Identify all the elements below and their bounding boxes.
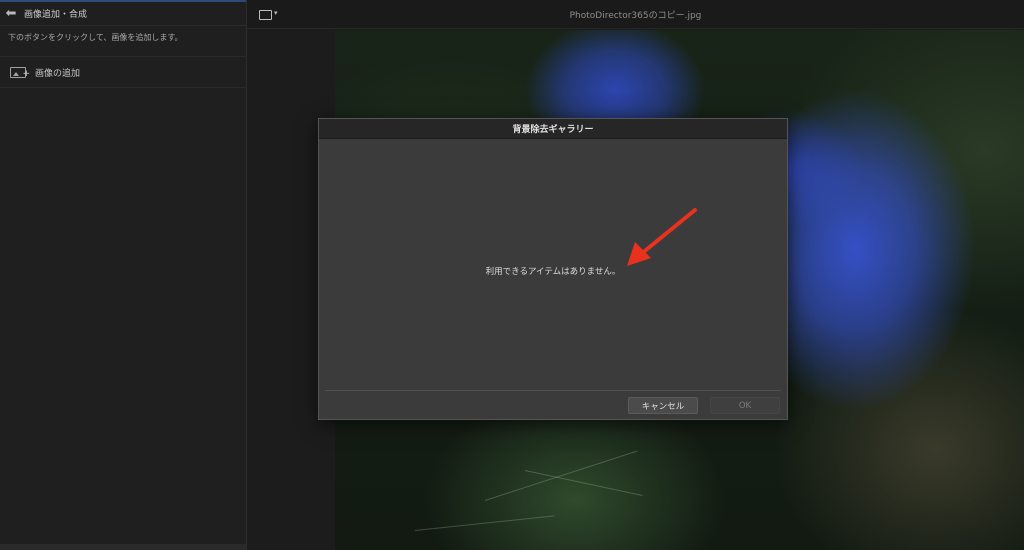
add-image-icon bbox=[10, 66, 30, 79]
instruction-text: 下のボタンをクリックして、画像を追加します。 bbox=[0, 26, 246, 57]
dialog-title-bar[interactable]: 背景除去ギャラリー bbox=[319, 119, 787, 139]
canvas-top-bar: ▾ PhotoDirector365のコピー.jpg bbox=[247, 0, 1024, 29]
back-arrow-icon[interactable]: ⬅ bbox=[0, 3, 22, 25]
cancel-button[interactable]: キャンセル bbox=[628, 397, 698, 414]
leaf-vein bbox=[524, 470, 643, 496]
leaf-vein bbox=[414, 515, 555, 531]
empty-message: 利用できるアイテムはありません。 bbox=[485, 267, 621, 277]
left-panel-header: ⬅ 画像追加・合成 bbox=[0, 0, 246, 26]
leaf-vein bbox=[484, 450, 638, 501]
add-image-button[interactable]: 画像の追加 bbox=[0, 57, 246, 88]
ok-button[interactable]: OK bbox=[710, 397, 780, 414]
dialog-footer: キャンセル OK bbox=[325, 390, 781, 419]
left-panel: ⬅ 画像追加・合成 下のボタンをクリックして、画像を追加します。 画像の追加 bbox=[0, 0, 247, 550]
file-name: PhotoDirector365のコピー.jpg bbox=[569, 11, 702, 21]
add-image-label: 画像の追加 bbox=[35, 68, 81, 79]
annotation-arrow-icon bbox=[627, 208, 697, 266]
panel-scrollbar[interactable] bbox=[0, 544, 246, 550]
dialog-body: 利用できるアイテムはありません。 bbox=[319, 138, 787, 390]
dialog-title: 背景除去ギャラリー bbox=[512, 125, 594, 135]
panel-title: 画像追加・合成 bbox=[24, 10, 88, 20]
background-removal-gallery-dialog: 背景除去ギャラリー 利用できるアイテムはありません。 キャンセル OK bbox=[318, 118, 788, 420]
